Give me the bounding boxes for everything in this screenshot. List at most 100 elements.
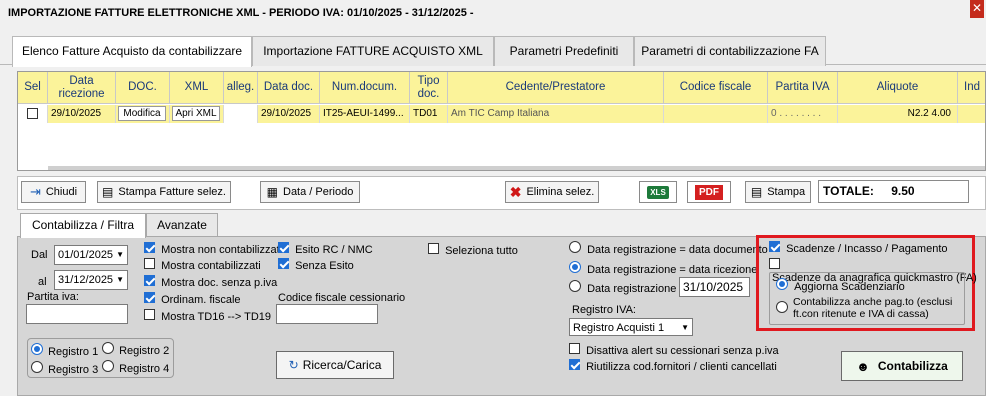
tab-parametri-predefiniti[interactable]: Parametri Predefiniti <box>494 36 634 66</box>
invoice-grid[interactable]: Sel Data ricezione DOC. XML alleg. Data … <box>17 71 986 171</box>
stampa-fatture-button[interactable]: ▤ Stampa Fatture selez. <box>97 181 231 203</box>
checkbox-icon <box>144 258 155 269</box>
radio-registro-4[interactable]: Registro 4 <box>102 360 169 375</box>
modifica-button[interactable]: Modifica <box>118 106 166 121</box>
check-ordinam-fiscale[interactable]: Ordinam. fiscale <box>144 292 241 306</box>
chevron-down-icon: ▼ <box>116 250 124 259</box>
ricerca-label: Ricerca/Carica <box>302 358 382 372</box>
col-header-cedente[interactable]: Cedente/Prestatore <box>448 72 664 104</box>
check-mostra-contabilizzati[interactable]: Mostra contabilizzati <box>144 258 261 272</box>
apri-xml-button[interactable]: Apri XML <box>172 106 220 121</box>
cell-tipo-doc: TD01 <box>410 105 448 123</box>
checkbox-icon <box>144 292 155 303</box>
radio-data-documento[interactable]: Data registrazione = data documento <box>569 241 768 256</box>
tab-avanzate[interactable]: Avanzate <box>146 213 218 237</box>
cell-data-ricezione: 29/10/2025 <box>48 105 116 123</box>
check-riutilizza-cod[interactable]: Riutilizza cod.fornitori / clienti cance… <box>569 359 777 373</box>
tab-parametri-contabilizzazione[interactable]: Parametri di contabilizzazione FA <box>634 36 826 66</box>
radio-label: Data registrazione = data documento <box>587 244 768 256</box>
tab-elenco-fatture[interactable]: Elenco Fatture Acquisto da contabilizzar… <box>12 36 252 67</box>
refresh-icon: ↻ <box>288 358 299 372</box>
radio-icon <box>102 342 114 354</box>
col-header-data-ricezione[interactable]: Data ricezione <box>48 72 116 104</box>
col-header-num-docum[interactable]: Num.docum. <box>320 72 410 104</box>
contabilizza-anche-label: Contabilizza anche pag.to (esclusi ft.co… <box>793 296 953 320</box>
radio-aggiorna-scadenziario[interactable]: Aggiorna Scadenziario <box>776 278 905 293</box>
check-seleziona-tutto[interactable]: Seleziona tutto <box>428 243 518 257</box>
col-header-alleg[interactable]: alleg. <box>224 72 258 104</box>
check-label: Mostra doc. senza p.iva <box>161 277 278 289</box>
check-label: Mostra TD16 --> TD19 <box>161 311 271 323</box>
checkbox-icon <box>428 243 439 254</box>
elimina-selez-button[interactable]: ✖ Elimina selez. <box>505 181 599 203</box>
check-scadenze-incasso[interactable]: Scadenze / Incasso / Pagamento <box>769 241 948 255</box>
elimina-label: Elimina selez. <box>526 186 595 198</box>
stampa-button[interactable]: ▤ Stampa <box>745 181 811 203</box>
codice-fiscale-cessionario-input[interactable] <box>276 304 378 324</box>
check-label: Disattiva alert su cessionari senza p.iv… <box>586 345 779 357</box>
check-label: Esito RC / NMC <box>295 244 373 256</box>
dal-label: Dal <box>31 249 48 261</box>
printer-icon: ▤ <box>750 185 763 199</box>
col-header-partita-iva[interactable]: Partita IVA <box>768 72 838 104</box>
registro-iva-select[interactable]: Registro Acquisti 1 ▼ <box>569 318 693 336</box>
check-mostra-doc-senza-piva[interactable]: Mostra doc. senza p.iva <box>144 275 277 289</box>
partita-iva-input[interactable] <box>26 304 128 324</box>
contabilizza-button[interactable]: ☻ Contabilizza <box>841 351 963 381</box>
col-header-codice-fiscale[interactable]: Codice fiscale <box>664 72 768 104</box>
data-periodo-button[interactable]: ▦ Data / Periodo <box>260 181 360 203</box>
checkbox-icon <box>569 343 580 354</box>
col-header-xml[interactable]: XML <box>170 72 224 104</box>
tab-importazione-xml[interactable]: Importazione FATTURE ACQUISTO XML <box>252 36 494 66</box>
col-header-ind[interactable]: Ind <box>958 72 985 104</box>
radio-data-manuale[interactable]: Data registrazione = <box>569 280 686 295</box>
col-header-tipo-doc[interactable]: Tipo doc. <box>410 72 448 104</box>
radio-registro-1[interactable]: Registro 1 <box>31 343 98 358</box>
cell-cedente: Am TIC Camp Italiana <box>448 105 664 123</box>
col-header-aliquote[interactable]: Aliquote <box>838 72 958 104</box>
dal-date-picker[interactable]: 01/01/2025 ▼ <box>54 245 128 265</box>
col-header-doc[interactable]: DOC. <box>116 72 170 104</box>
radio-icon <box>102 360 114 372</box>
partita-iva-label: Partita iva: <box>27 291 79 303</box>
check-esito-rc-nmc[interactable]: Esito RC / NMC <box>278 242 373 256</box>
check-disattiva-alert[interactable]: Disattiva alert su cessionari senza p.iv… <box>569 343 779 357</box>
check-mostra-non-contabilizzati[interactable]: Mostra non contabilizzati <box>144 242 282 256</box>
radio-data-ricezione[interactable]: Data registrazione = data ricezione <box>569 261 757 276</box>
check-senza-esito[interactable]: Senza Esito <box>278 258 354 272</box>
registro-iva-label: Registro IVA: <box>572 304 636 316</box>
cell-partita-iva: 0 . . . . . . . . <box>768 105 838 123</box>
cell-codice-fiscale <box>664 105 768 123</box>
al-date-picker[interactable]: 31/12/2025 ▼ <box>54 270 128 290</box>
radio-contabilizza-anche[interactable] <box>776 301 788 316</box>
checkbox-icon <box>144 242 155 253</box>
radio-label: Data registrazione = <box>587 283 686 295</box>
radio-registro-2[interactable]: Registro 2 <box>102 342 169 357</box>
ricerca-carica-button[interactable]: ↻ Ricerca/Carica <box>276 351 394 379</box>
tab-contabilizza-filtra[interactable]: Contabilizza / Filtra <box>20 213 146 238</box>
checkbox-icon <box>278 258 289 269</box>
cell-num-docum: IT25-AEUI-1499... <box>320 105 410 123</box>
check-label: Mostra contabilizzati <box>161 260 261 272</box>
accountant-icon: ☻ <box>856 358 870 374</box>
window-title: IMPORTAZIONE FATTURE ELETTRONICHE XML - … <box>0 0 986 28</box>
grid-horizontal-scrollbar[interactable] <box>48 166 985 170</box>
close-window-button[interactable]: ✕ <box>970 0 984 18</box>
radio-icon <box>31 361 43 373</box>
export-xls-button[interactable]: XLS <box>639 181 677 203</box>
check-mostra-td16-td19[interactable]: Mostra TD16 --> TD19 <box>144 309 271 323</box>
calendar-icon: ▦ <box>266 185 278 199</box>
radio-label: Registro 2 <box>119 345 170 357</box>
radio-registro-3[interactable]: Registro 3 <box>31 361 98 376</box>
data-registrazione-input[interactable]: 31/10/2025 <box>679 277 750 297</box>
excel-icon: XLS <box>647 185 669 199</box>
col-header-data-doc[interactable]: Data doc. <box>258 72 320 104</box>
radio-icon <box>31 343 43 355</box>
chiudi-button[interactable]: ⇥ Chiudi <box>21 181 86 203</box>
row-select-checkbox[interactable] <box>27 108 38 119</box>
radio-icon <box>569 261 581 273</box>
export-pdf-button[interactable]: PDF <box>687 181 731 203</box>
col-header-sel[interactable]: Sel <box>18 72 48 104</box>
printer-icon: ▤ <box>102 185 114 199</box>
checkbox-icon <box>278 242 289 253</box>
